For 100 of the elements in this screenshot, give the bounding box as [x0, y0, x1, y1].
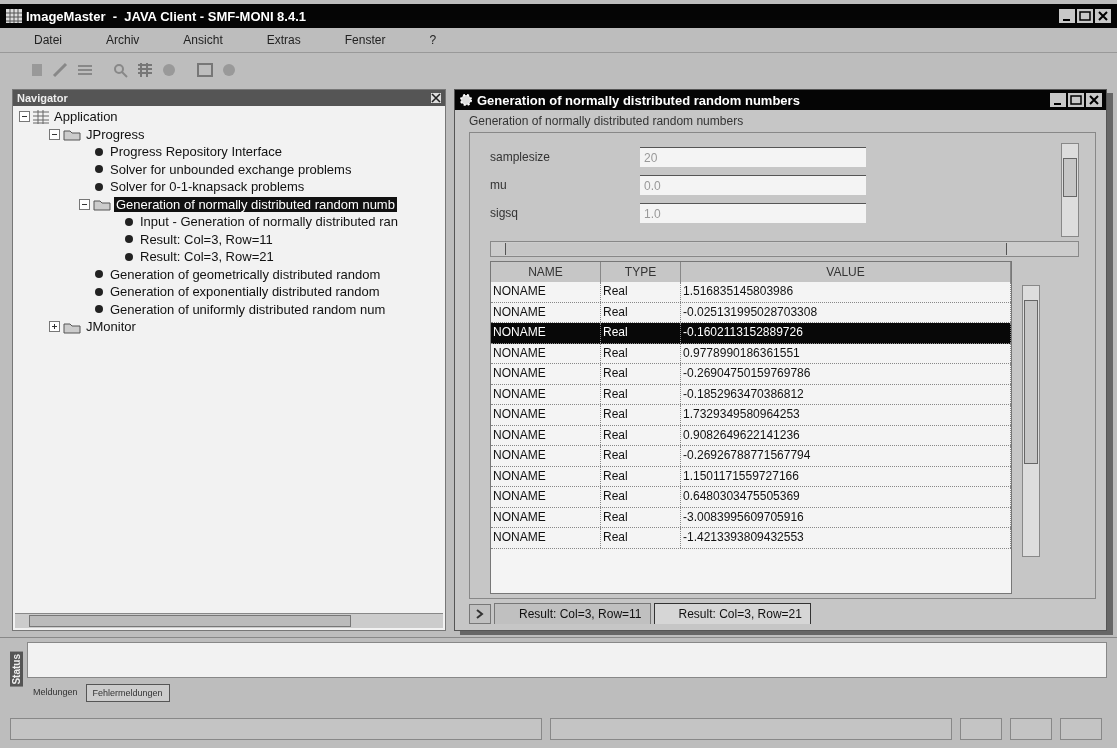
close-icon[interactable]: [431, 93, 441, 103]
bullet-icon: [93, 163, 105, 176]
tab[interactable]: Result: Col=3, Row=11: [494, 603, 651, 624]
table-row[interactable]: NONAME Real -3.0083995609705916: [491, 507, 1011, 528]
table-cell: NONAME: [491, 405, 601, 425]
table-cell: Real: [601, 282, 681, 302]
menu-item[interactable]: Ansicht: [183, 33, 223, 47]
table-cell: -3.0083995609705916: [681, 507, 1011, 527]
table-cell: 1.7329349580964253: [681, 405, 1011, 425]
table-cell: Real: [601, 364, 681, 384]
table-cell: NONAME: [491, 466, 601, 486]
bullet-icon: [93, 285, 105, 298]
scrollbar[interactable]: [15, 613, 443, 628]
table-row[interactable]: NONAME Real -0.26926788771567794: [491, 446, 1011, 467]
expander-icon[interactable]: [49, 128, 60, 140]
table-row[interactable]: NONAME Real 1.7329349580964253: [491, 405, 1011, 426]
scrollbar[interactable]: [1061, 143, 1079, 237]
panel-title: Navigator: [17, 92, 68, 104]
table-cell: -0.1602113152889726: [681, 323, 1011, 343]
tree-item[interactable]: Generation of normally distributed random numb: [114, 196, 397, 212]
scroll-thumb[interactable]: [505, 243, 1007, 255]
menu-item[interactable]: Extras: [266, 33, 301, 47]
window-title: ImageMaster - JAVA Client - SMF-MONI 8.4.1: [26, 8, 307, 24]
tab[interactable]: Meldungen: [27, 684, 84, 702]
table-row[interactable]: NONAME Real 1.1501171559727166: [491, 466, 1011, 487]
maximize-button[interactable]: [1068, 93, 1084, 107]
close-button[interactable]: [1095, 9, 1111, 23]
tree-item[interactable]: Result: Col=3, Row=11: [138, 231, 275, 247]
table-cell: NONAME: [491, 384, 601, 404]
tree-item[interactable]: Result: Col=3, Row=21: [138, 249, 276, 265]
table-row[interactable]: NONAME Real -0.1602113152889726: [491, 323, 1011, 344]
panel-title: Status: [10, 652, 23, 687]
table-cell: NONAME: [491, 507, 601, 527]
table-cell: 0.6480303475505369: [681, 487, 1011, 507]
tab[interactable]: Result: Col=3, Row=21: [653, 603, 811, 624]
table-cell: NONAME: [491, 446, 601, 466]
table-cell: 0.9778990186361551: [681, 343, 1011, 363]
table-cell: NONAME: [491, 528, 601, 548]
folder-icon: [63, 127, 81, 142]
scrollbar[interactable]: [1022, 285, 1040, 557]
table-cell: Real: [601, 425, 681, 445]
table-row[interactable]: NONAME Real -0.26904750159769786: [491, 364, 1011, 385]
expander-icon[interactable]: [49, 321, 60, 333]
window-icon[interactable]: [196, 62, 214, 78]
table-row[interactable]: NONAME Real 0.6480303475505369: [491, 487, 1011, 508]
bullet-icon: [123, 215, 135, 228]
table-cell: NONAME: [491, 282, 601, 302]
grid-icon: [33, 109, 49, 124]
table-row[interactable]: NONAME Real 0.9082649622141236: [491, 425, 1011, 446]
table-row[interactable]: NONAME Real -0.1852963470386812: [491, 384, 1011, 405]
tree-item[interactable]: Application: [52, 109, 120, 125]
column-header[interactable]: NAME: [491, 262, 601, 282]
tree-item[interactable]: Generation of uniformly distributed random num: [108, 301, 388, 317]
group-label: Generation of normally distributed random numbers: [469, 114, 745, 128]
table-cell: 1.1501171559727166: [681, 466, 1011, 486]
table-cell: Real: [601, 446, 681, 466]
table-row[interactable]: NONAME Real -1.4213393809432553: [491, 528, 1011, 549]
table-cell: -0.26904750159769786: [681, 364, 1011, 384]
tab-scroll-icon[interactable]: [469, 603, 491, 624]
column-header[interactable]: VALUE: [681, 262, 1011, 282]
menu-item[interactable]: Datei: [34, 33, 62, 47]
window-title: Generation of normally distributed random numbers: [477, 92, 800, 108]
table-cell: -1.4213393809432553: [681, 528, 1011, 548]
table-cell: Real: [601, 507, 681, 527]
table-row[interactable]: NONAME Real 1.516835145803986: [491, 282, 1011, 303]
tree-item[interactable]: Solver for unbounded exchange problems: [108, 161, 354, 177]
scrollbar[interactable]: [490, 241, 1079, 257]
table-row[interactable]: NONAME Real 0.9778990186361551: [491, 343, 1011, 364]
tree-item[interactable]: JProgress: [84, 126, 147, 142]
scroll-thumb[interactable]: [1063, 158, 1077, 197]
scroll-thumb[interactable]: [29, 615, 351, 627]
menu-item[interactable]: Fenster: [344, 33, 386, 47]
menu-item[interactable]: Archiv: [106, 33, 140, 47]
tab[interactable]: Fehlermeldungen: [85, 684, 170, 702]
table-cell: NONAME: [491, 343, 601, 363]
minimize-button[interactable]: [1059, 9, 1075, 23]
close-button[interactable]: [1086, 93, 1102, 107]
expander-icon[interactable]: [79, 198, 90, 210]
table-cell: NONAME: [491, 425, 601, 445]
menu-item[interactable]: ?: [429, 33, 437, 47]
tree-item[interactable]: Generation of exponentially distributed random: [108, 284, 382, 300]
column-header[interactable]: TYPE: [601, 262, 681, 282]
table-cell: Real: [601, 384, 681, 404]
bullet-icon: [93, 268, 105, 281]
tree-item[interactable]: JMonitor: [84, 319, 138, 335]
expander-icon[interactable]: [19, 111, 30, 123]
tree-item[interactable]: Input - Generation of normally distributed ran: [138, 214, 400, 230]
grid-icon[interactable]: [136, 62, 154, 78]
maximize-button[interactable]: [1077, 9, 1093, 23]
minimize-button[interactable]: [1050, 93, 1066, 107]
tree-item[interactable]: Solver for 0-1-knapsack problems: [108, 179, 307, 195]
grid-icon: [6, 9, 22, 23]
table-cell: NONAME: [491, 487, 601, 507]
status-field: [960, 718, 1002, 740]
tree-item[interactable]: Generation of geometrically distributed random: [108, 266, 383, 282]
status-field: [1010, 718, 1052, 740]
scroll-thumb[interactable]: [1024, 300, 1038, 464]
table-cell: Real: [601, 323, 681, 343]
table-cell: Real: [601, 487, 681, 507]
tree-item[interactable]: Progress Repository Interface: [108, 144, 284, 160]
